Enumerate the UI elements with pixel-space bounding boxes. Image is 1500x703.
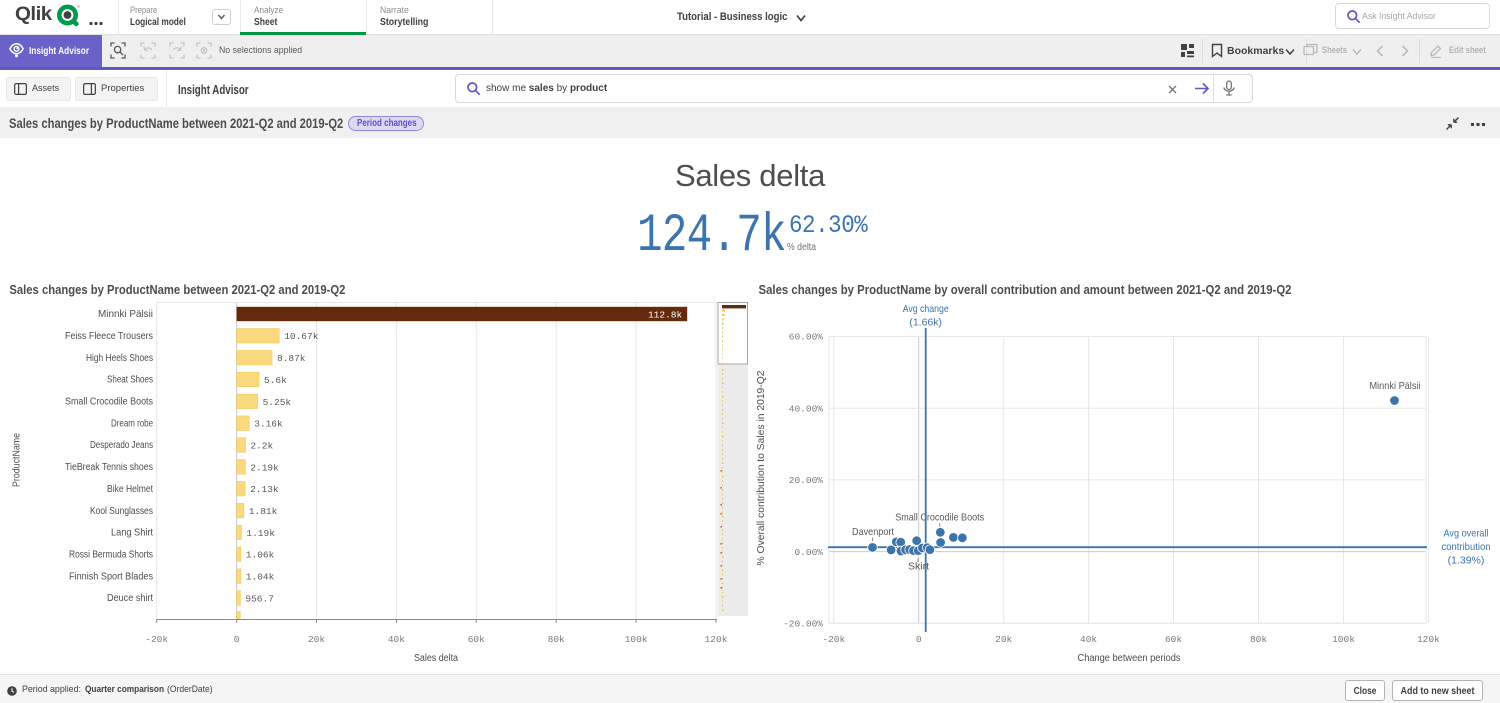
svg-text:1.04k: 1.04k bbox=[246, 572, 275, 583]
svg-text:Kool Sunglasses: Kool Sunglasses bbox=[90, 506, 153, 517]
svg-text:Finnish Sport Blades: Finnish Sport Blades bbox=[69, 571, 153, 582]
svg-text:Rossi Bermuda Shorts: Rossi Bermuda Shorts bbox=[69, 549, 153, 560]
svg-text:956.7: 956.7 bbox=[245, 593, 274, 604]
svg-text:112.8k: 112.8k bbox=[648, 309, 683, 320]
svg-text:40.00%: 40.00% bbox=[789, 404, 824, 415]
svg-text:-20k: -20k bbox=[145, 634, 168, 645]
svg-text:Desperado Jeans: Desperado Jeans bbox=[90, 440, 153, 451]
svg-text:Skirt: Skirt bbox=[908, 561, 929, 573]
svg-text:Lang Shirt: Lang Shirt bbox=[111, 528, 153, 539]
svg-text:60.00%: 60.00% bbox=[789, 332, 824, 343]
svg-text:60k: 60k bbox=[1165, 634, 1182, 645]
svg-text:5.25k: 5.25k bbox=[263, 397, 292, 408]
svg-text:Bike Helmet: Bike Helmet bbox=[107, 484, 153, 495]
svg-text:(1.39%): (1.39%) bbox=[1448, 555, 1485, 567]
svg-text:-20.00%: -20.00% bbox=[783, 619, 823, 630]
svg-text:8.87k: 8.87k bbox=[277, 353, 306, 364]
svg-text:100k: 100k bbox=[625, 634, 648, 645]
svg-text:80k: 80k bbox=[548, 634, 565, 645]
svg-text:2.13k: 2.13k bbox=[250, 484, 279, 495]
svg-text:100k: 100k bbox=[1332, 634, 1355, 645]
svg-text:1.19k: 1.19k bbox=[246, 528, 275, 539]
svg-text:20k: 20k bbox=[995, 634, 1012, 645]
svg-text:Sales changes by ProductName b: Sales changes by ProductName by overall … bbox=[759, 283, 1292, 297]
svg-text:3.16k: 3.16k bbox=[254, 419, 283, 430]
svg-text:Avg change: Avg change bbox=[903, 303, 949, 315]
svg-text:ProductName: ProductName bbox=[12, 433, 23, 487]
svg-text:Davenport: Davenport bbox=[852, 526, 894, 538]
svg-text:5.6k: 5.6k bbox=[264, 375, 287, 386]
svg-text:60k: 60k bbox=[468, 634, 485, 645]
svg-text:contribution: contribution bbox=[1442, 541, 1491, 553]
svg-text:Avg overall: Avg overall bbox=[1444, 528, 1489, 540]
svg-text:High Heels Shoes: High Heels Shoes bbox=[86, 353, 153, 364]
svg-text:Sales delta: Sales delta bbox=[414, 653, 458, 664]
svg-text:1.06k: 1.06k bbox=[246, 550, 275, 561]
svg-text:(1.66k): (1.66k) bbox=[909, 317, 942, 329]
svg-text:% Overall contribution to Sale: % Overall contribution to Sales in 2019-… bbox=[756, 370, 767, 565]
svg-text:20.00%: 20.00% bbox=[789, 475, 824, 486]
svg-text:0.00%: 0.00% bbox=[794, 547, 823, 558]
svg-text:-20k: -20k bbox=[822, 634, 845, 645]
svg-text:TieBreak Tennis shoes: TieBreak Tennis shoes bbox=[65, 462, 153, 473]
svg-text:0: 0 bbox=[916, 634, 922, 645]
svg-text:Change between periods: Change between periods bbox=[1078, 653, 1181, 664]
svg-text:2.2k: 2.2k bbox=[250, 440, 273, 451]
svg-text:Minnki Pälsii: Minnki Pälsii bbox=[1370, 380, 1421, 392]
svg-text:2.19k: 2.19k bbox=[250, 462, 279, 473]
svg-text:40k: 40k bbox=[1080, 634, 1097, 645]
svg-text:0: 0 bbox=[234, 634, 240, 645]
svg-text:120k: 120k bbox=[1417, 634, 1440, 645]
svg-text:Small Crocodile Boots: Small Crocodile Boots bbox=[895, 512, 984, 524]
svg-text:Sheat Shoes: Sheat Shoes bbox=[107, 375, 153, 386]
svg-text:Dream robe: Dream robe bbox=[111, 418, 153, 429]
svg-text:10.67k: 10.67k bbox=[284, 331, 319, 342]
svg-text:Deuce shirt: Deuce shirt bbox=[107, 593, 153, 604]
svg-text:1.81k: 1.81k bbox=[249, 506, 278, 517]
svg-text:Sales changes by ProductName b: Sales changes by ProductName between 202… bbox=[9, 283, 345, 297]
svg-text:Small Crocodile Boots: Small Crocodile Boots bbox=[65, 397, 153, 408]
svg-text:80k: 80k bbox=[1250, 634, 1267, 645]
svg-text:120k: 120k bbox=[705, 634, 728, 645]
svg-text:Feiss Fleece Trousers: Feiss Fleece Trousers bbox=[65, 331, 153, 342]
svg-text:20k: 20k bbox=[308, 634, 325, 645]
svg-text:40k: 40k bbox=[388, 634, 405, 645]
svg-text:Minnki Pälsii: Minnki Pälsii bbox=[98, 309, 153, 320]
